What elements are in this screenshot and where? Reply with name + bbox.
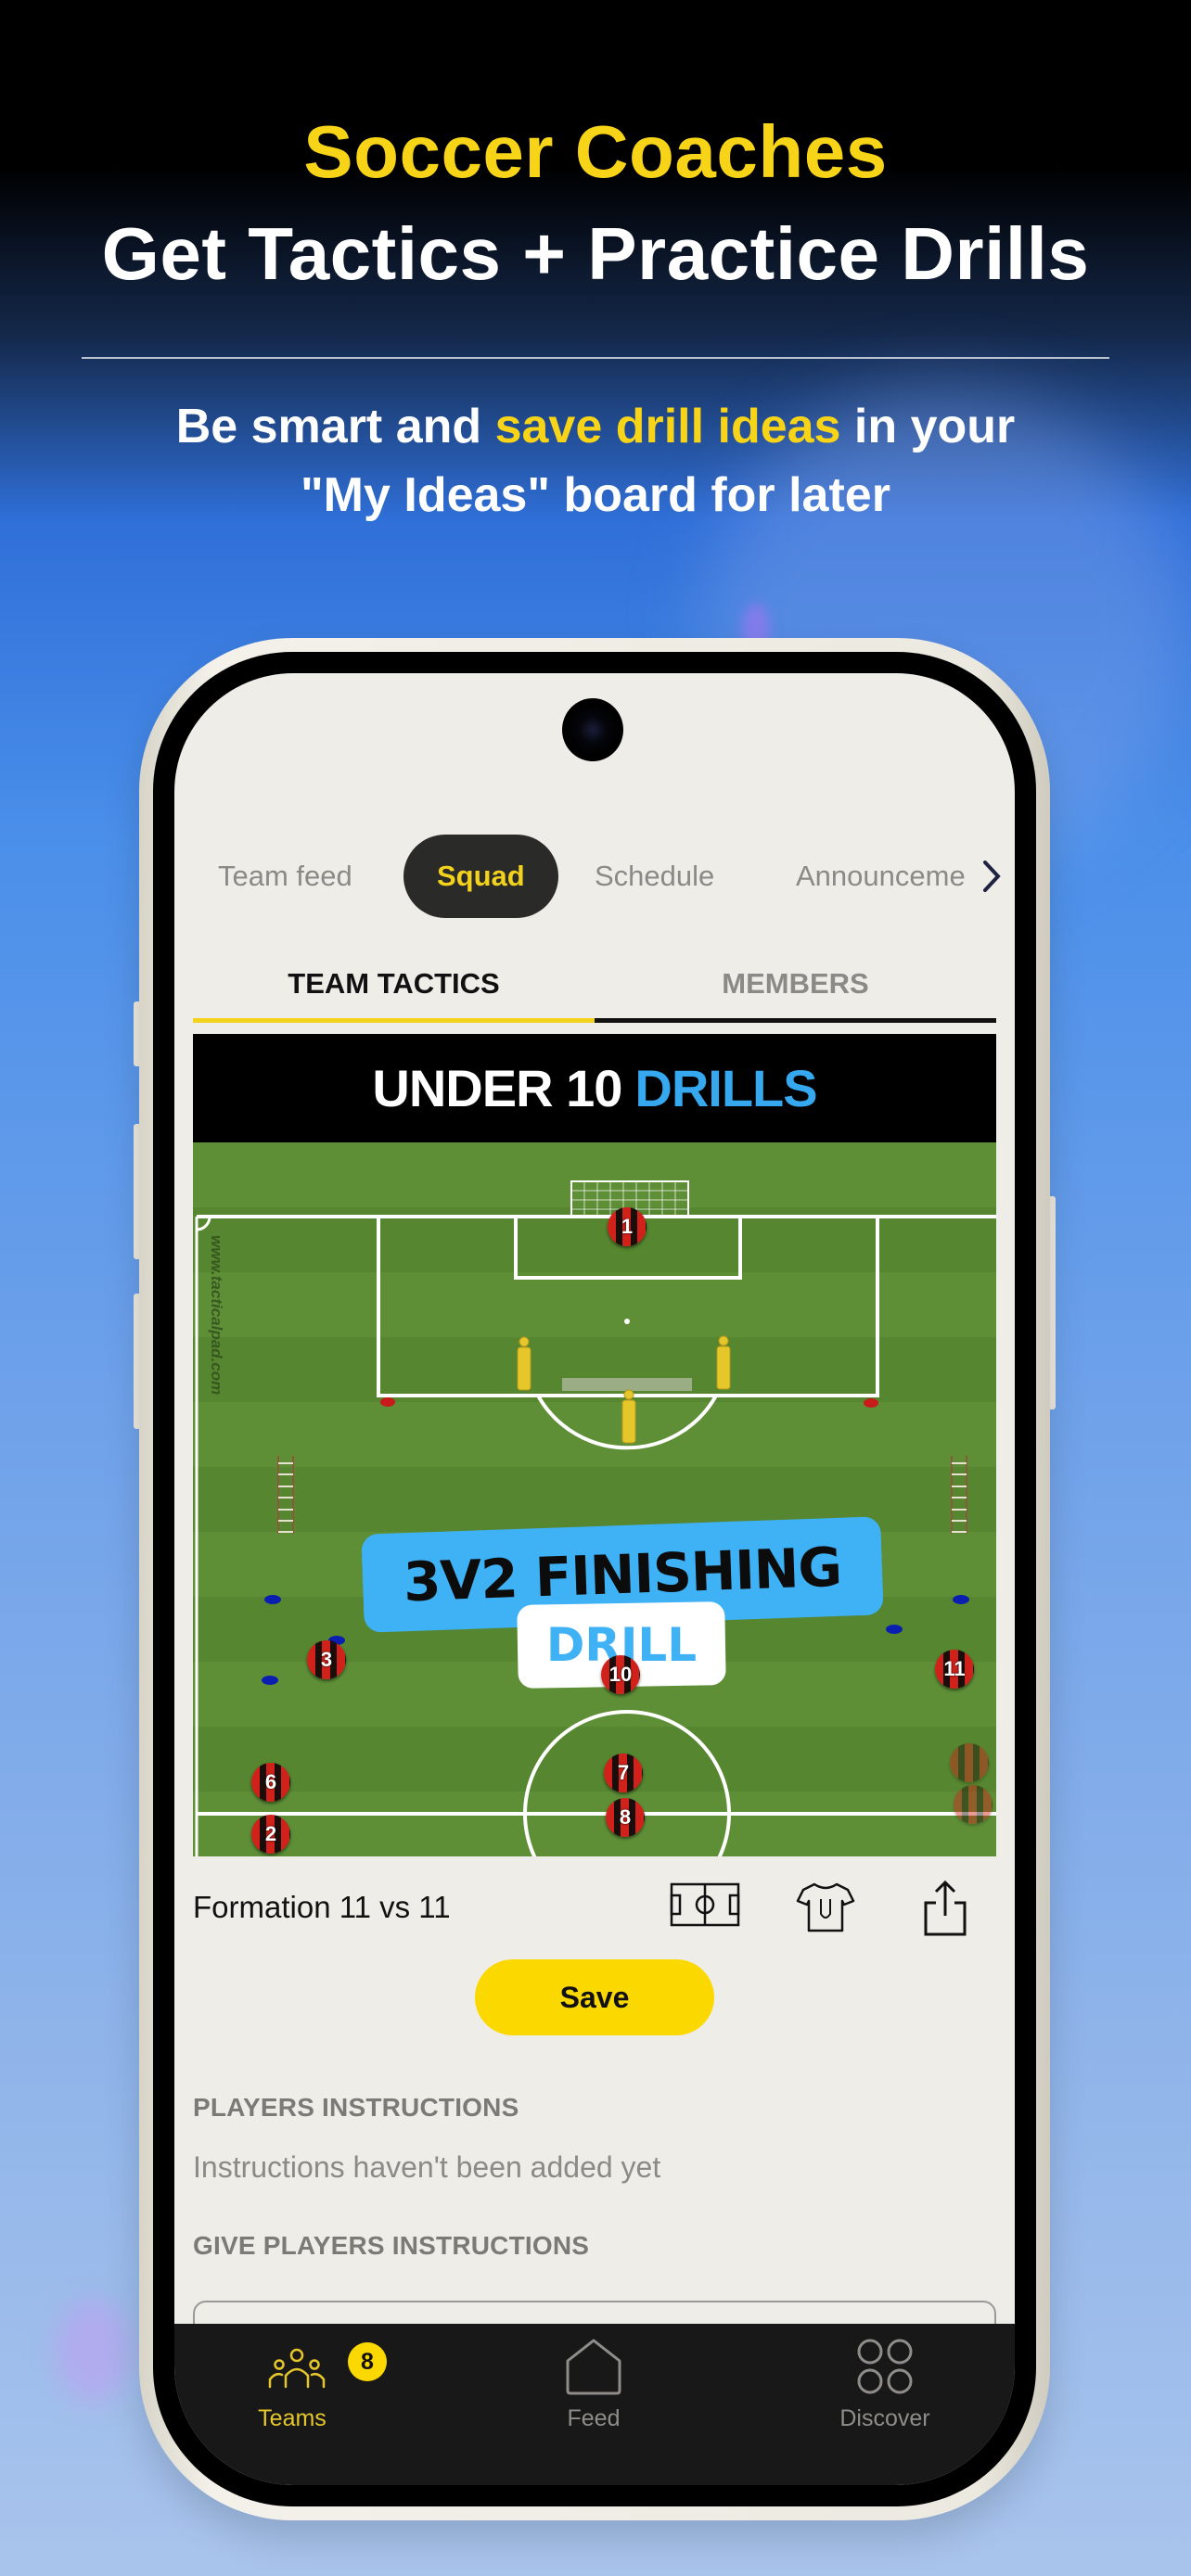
top-tab-bar: Team feed Squad Schedule Announceme bbox=[174, 835, 1015, 918]
nav-label: Feed bbox=[567, 2405, 621, 2431]
phone-screen: Team feed Squad Schedule Announceme TEAM… bbox=[174, 673, 1015, 2485]
tab-squad[interactable]: Squad bbox=[403, 835, 558, 918]
nav-label: Teams bbox=[258, 2405, 327, 2431]
drill-image[interactable]: UNDER 10 DRILLS www.tacticalpad.com 3V2 … bbox=[193, 1034, 996, 1856]
hero-subtitle-line2: "My Ideas" board for later bbox=[301, 468, 890, 522]
active-tab-indicator bbox=[193, 1018, 595, 1023]
player-marker: 7 bbox=[604, 1753, 643, 1792]
tab-team-feed[interactable]: Team feed bbox=[218, 835, 352, 918]
player-marker: 8 bbox=[606, 1798, 645, 1837]
player-marker-faded bbox=[950, 1743, 989, 1782]
marker-icon bbox=[953, 1595, 969, 1604]
bottom-nav: 8 Teams Feed Discover bbox=[174, 2324, 1015, 2485]
players-instructions-heading: PLAYERS INSTRUCTIONS bbox=[193, 2093, 519, 2122]
drill-header-age: UNDER 10 bbox=[372, 1059, 622, 1117]
subtitle-text: Be smart and bbox=[175, 400, 495, 453]
hero-headline: Get Tactics + Practice Drills bbox=[101, 212, 1090, 295]
tab-announcements[interactable]: Announceme bbox=[796, 835, 966, 918]
marker-icon bbox=[886, 1625, 903, 1634]
player-marker: 10 bbox=[601, 1655, 640, 1694]
tab-schedule[interactable]: Schedule bbox=[595, 835, 714, 918]
team-icon bbox=[268, 2348, 326, 2389]
nav-teams[interactable]: 8 Teams bbox=[199, 2324, 387, 2435]
drill-header-label: DRILLS bbox=[634, 1059, 817, 1117]
cone-icon bbox=[864, 1398, 878, 1408]
cone-icon bbox=[380, 1397, 395, 1407]
share-icon[interactable] bbox=[922, 1881, 968, 1936]
nav-feed[interactable]: Feed bbox=[501, 2324, 686, 2435]
formation-label: Formation 11 vs 11 bbox=[193, 1890, 451, 1924]
chevron-right-icon[interactable] bbox=[981, 855, 1004, 898]
save-button[interactable]: Save bbox=[475, 1959, 714, 2035]
tab-divider bbox=[595, 1018, 996, 1023]
watermark: www.tacticalpad.com bbox=[208, 1235, 225, 1395]
hero-title: Soccer Coaches bbox=[303, 110, 888, 193]
player-marker: 1 bbox=[608, 1207, 647, 1246]
drill-header: UNDER 10 DRILLS bbox=[193, 1034, 996, 1142]
tab-team-tactics[interactable]: TEAM TACTICS bbox=[193, 951, 595, 1016]
pitch-diagram: www.tacticalpad.com bbox=[193, 1142, 996, 1856]
player-marker: 3 bbox=[307, 1640, 346, 1679]
jersey-icon[interactable] bbox=[796, 1881, 855, 1934]
player-marker-faded bbox=[954, 1785, 992, 1824]
grid-icon bbox=[857, 2339, 913, 2394]
subtitle-highlight: save drill ideas bbox=[494, 400, 841, 453]
instructions-empty-text: Instructions haven't been added yet bbox=[193, 2150, 661, 2184]
marker-icon bbox=[262, 1676, 278, 1685]
home-icon bbox=[566, 2339, 621, 2395]
player-marker: 11 bbox=[935, 1650, 974, 1689]
give-instructions-heading: GIVE PLAYERS INSTRUCTIONS bbox=[193, 2231, 590, 2260]
player-marker: 2 bbox=[251, 1815, 290, 1854]
mini-goal bbox=[562, 1378, 692, 1391]
penalty-spot bbox=[624, 1319, 630, 1324]
hero-subtitle-line1: Be smart and save drill ideas in your bbox=[0, 399, 1191, 454]
formation-row: Formation 11 vs 11 bbox=[193, 1875, 996, 1940]
nav-label: Discover bbox=[839, 2405, 930, 2431]
nav-discover[interactable]: Discover bbox=[792, 2324, 978, 2435]
pitch-icon[interactable] bbox=[670, 1881, 740, 1929]
background-glow bbox=[56, 2300, 130, 2402]
front-camera bbox=[562, 698, 623, 761]
sub-tab-bar: TEAM TACTICS MEMBERS bbox=[193, 951, 996, 1024]
hero-divider bbox=[82, 357, 1109, 359]
notification-badge: 8 bbox=[348, 2342, 387, 2381]
subtitle-text: in your bbox=[840, 400, 1016, 453]
tab-members[interactable]: MEMBERS bbox=[595, 951, 996, 1016]
player-marker: 6 bbox=[251, 1763, 290, 1802]
marker-icon bbox=[264, 1595, 281, 1604]
